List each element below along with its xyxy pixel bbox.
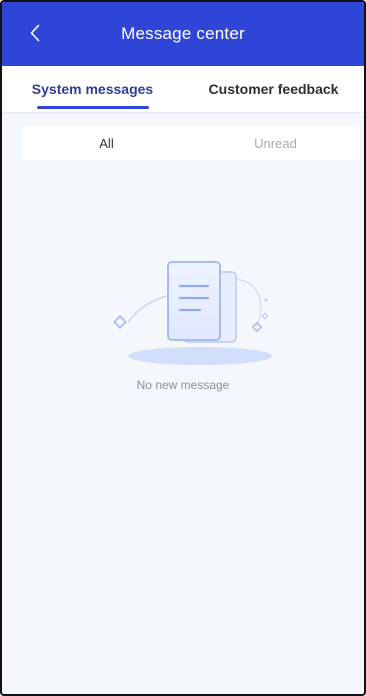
active-tab-indicator bbox=[36, 106, 149, 109]
page-title: Message center bbox=[121, 24, 245, 43]
app-header: Message center bbox=[2, 2, 364, 66]
message-filter: All Unread bbox=[22, 126, 360, 160]
back-button[interactable] bbox=[24, 20, 46, 46]
filter-unread[interactable]: Unread bbox=[191, 126, 360, 160]
tab-system-messages[interactable]: System messages bbox=[2, 66, 183, 112]
empty-document-icon bbox=[113, 261, 272, 365]
tab-label: Customer feedback bbox=[208, 81, 339, 97]
tab-label: System messages bbox=[31, 81, 154, 97]
tabs-divider bbox=[2, 112, 364, 113]
filter-all[interactable]: All bbox=[22, 126, 191, 160]
empty-state-text: No new message bbox=[136, 378, 230, 392]
chevron-left-icon bbox=[30, 24, 40, 42]
message-tabs: System messages Customer feedback bbox=[2, 66, 364, 112]
message-center-screen: Message center System messages Customer … bbox=[0, 0, 366, 696]
tab-customer-feedback[interactable]: Customer feedback bbox=[183, 66, 364, 112]
